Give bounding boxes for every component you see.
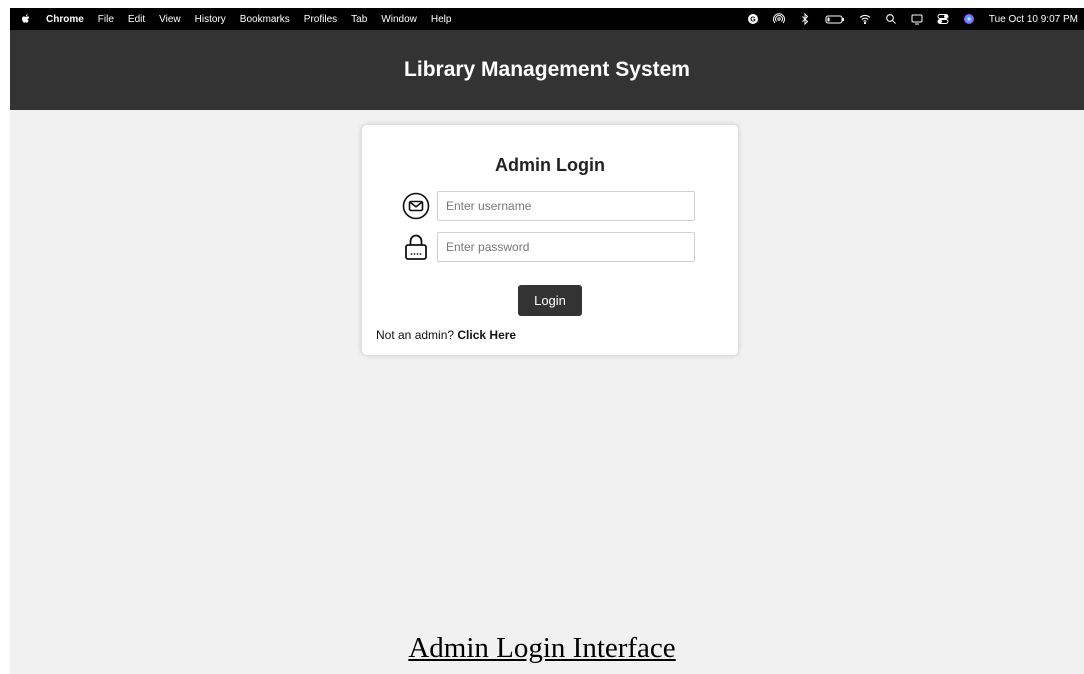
clock[interactable]: Tue Oct 10 9:07 PM bbox=[989, 14, 1078, 25]
bluetooth-icon[interactable] bbox=[799, 13, 811, 25]
figure-caption: Admin Login Interface bbox=[408, 632, 676, 664]
password-input[interactable] bbox=[437, 232, 695, 262]
not-admin-label: Not an admin? bbox=[376, 328, 455, 342]
menu-view[interactable]: View bbox=[159, 14, 181, 25]
grammarly-icon[interactable]: G bbox=[747, 13, 759, 25]
siri-icon[interactable] bbox=[963, 13, 975, 25]
click-here-link[interactable]: Click Here bbox=[457, 328, 516, 342]
menu-app-name[interactable]: Chrome bbox=[46, 14, 84, 25]
svg-text:G: G bbox=[750, 17, 756, 24]
login-card: Admin Login Enter username Login Not an … bbox=[362, 125, 738, 355]
menu-tab[interactable]: Tab bbox=[351, 14, 367, 25]
menu-profiles[interactable]: Profiles bbox=[304, 14, 337, 25]
battery-icon[interactable] bbox=[825, 13, 845, 25]
envelope-icon bbox=[400, 190, 432, 222]
menu-help[interactable]: Help bbox=[431, 14, 452, 25]
menu-history[interactable]: History bbox=[195, 14, 226, 25]
username-row bbox=[400, 190, 695, 222]
menu-bookmarks[interactable]: Bookmarks bbox=[240, 14, 290, 25]
username-input[interactable] bbox=[437, 191, 695, 221]
apple-icon[interactable] bbox=[20, 13, 32, 25]
site-header: Library Management System bbox=[10, 30, 1084, 110]
menu-window[interactable]: Window bbox=[381, 14, 417, 25]
not-admin-text: Not an admin? Click Here bbox=[376, 328, 516, 342]
site-title: Library Management System bbox=[404, 58, 690, 81]
page: Library Management System Admin Login En… bbox=[10, 30, 1084, 674]
login-title: Admin Login bbox=[495, 155, 605, 175]
menu-edit[interactable]: Edit bbox=[128, 14, 145, 25]
search-icon[interactable] bbox=[885, 13, 897, 25]
lock-icon bbox=[400, 231, 432, 263]
login-button[interactable]: Login bbox=[518, 285, 582, 316]
wifi-icon[interactable] bbox=[859, 13, 871, 25]
control-center-icon[interactable] bbox=[937, 13, 949, 25]
airdrop-icon[interactable] bbox=[772, 13, 785, 25]
menu-file[interactable]: File bbox=[98, 14, 114, 25]
password-row bbox=[400, 231, 695, 263]
screen-mirroring-icon[interactable] bbox=[911, 13, 923, 25]
macos-menu-bar: Chrome File Edit View History Bookmarks … bbox=[10, 8, 1084, 30]
